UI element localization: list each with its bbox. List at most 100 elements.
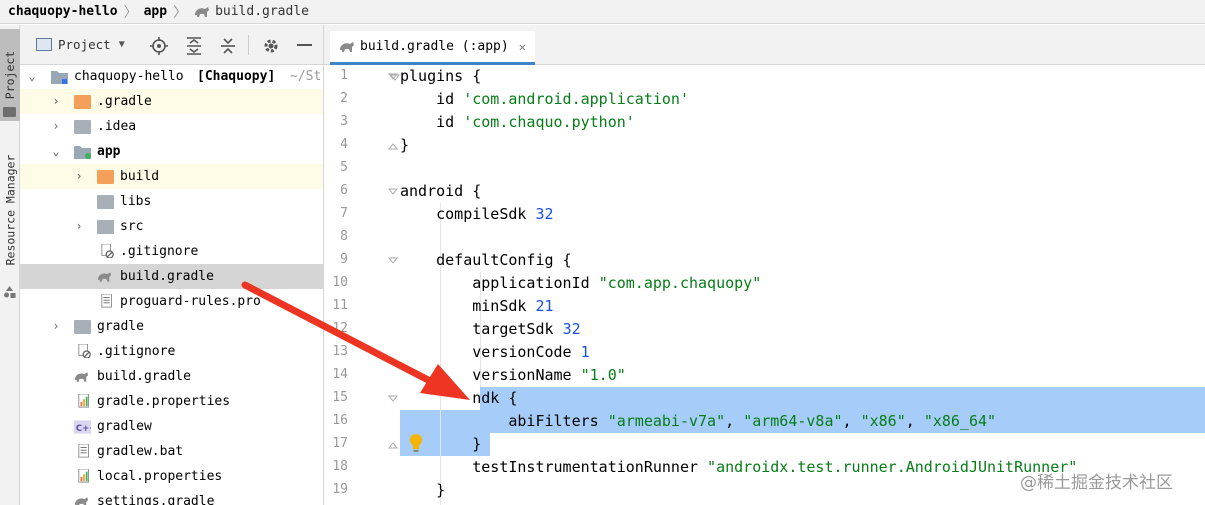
code-line-6: android {	[400, 182, 482, 200]
locate-icon[interactable]	[150, 37, 168, 55]
tree-item-label: local.properties	[97, 469, 223, 484]
code-editor[interactable]: plugins { id 'com.android.application' i…	[384, 65, 1205, 505]
line-number: 13	[332, 344, 348, 359]
tree-item-gradlew[interactable]: C++ gradlew	[20, 415, 323, 440]
tree-item-root[interactable]: ⌄ chaquopy-hello [Chaquopy] ~/St	[20, 65, 323, 90]
tree-item-gitignore-app[interactable]: .gitignore	[20, 240, 323, 265]
tree-item-label: .gitignore	[120, 244, 199, 259]
tree-item-gradlew-bat[interactable]: gradlew.bat	[20, 440, 323, 465]
project-tree: ⌄ chaquopy-hello [Chaquopy] ~/St › .grad…	[20, 65, 323, 505]
code-line-7: compileSdk 32	[400, 205, 554, 223]
tree-item-label: gradle	[97, 319, 144, 334]
breadcrumb-separator-icon: 〉	[173, 4, 188, 21]
code-line-16: abiFilters "armeabi-v7a", "arm64-v8a", "…	[400, 412, 997, 430]
tree-item-proguard[interactable]: proguard-rules.pro	[20, 290, 323, 315]
gear-icon[interactable]	[262, 37, 280, 55]
chevron-right-icon[interactable]: ›	[50, 119, 62, 133]
fold-icon[interactable]	[388, 440, 398, 450]
tree-item-local-properties[interactable]: local.properties	[20, 465, 323, 490]
tree-item-libs[interactable]: libs	[20, 190, 323, 215]
tab-resource-manager-label: Resource Manager	[3, 154, 17, 266]
fold-icon[interactable]	[388, 72, 398, 82]
tree-item-settings-gradle[interactable]: settings.gradle	[20, 490, 323, 505]
tree-item-build-gradle-app[interactable]: build.gradle	[20, 265, 323, 290]
breadcrumb-module[interactable]: app	[144, 4, 167, 19]
code-line-1: plugins {	[400, 67, 482, 85]
breadcrumb-file[interactable]: build.gradle	[215, 4, 309, 19]
project-view-selector[interactable]: Project ▼	[36, 37, 125, 52]
editor-tab-build-gradle[interactable]: build.gradle (:app) ✕	[330, 31, 535, 65]
folder-icon	[97, 195, 114, 209]
code-line-9: defaultConfig {	[400, 251, 572, 269]
tree-item-gitignore-root[interactable]: .gitignore	[20, 340, 323, 365]
text-file-icon	[78, 444, 89, 458]
gradle-elephant-icon	[74, 372, 89, 382]
code-line-15: ndk {	[400, 389, 518, 407]
tree-item-label: src	[120, 219, 144, 234]
code-line-12: targetSdk 32	[400, 320, 581, 338]
gradle-elephant-icon	[74, 497, 89, 505]
chevron-right-icon[interactable]: ›	[73, 219, 85, 233]
code-line-11: minSdk 21	[400, 297, 554, 315]
folder-icon	[74, 95, 91, 109]
breadcrumb: chaquopy-hello 〉 app 〉 build.gradle	[0, 0, 1205, 24]
tab-resource-manager[interactable]: Resource Manager	[0, 135, 20, 285]
fold-icon[interactable]	[388, 141, 398, 151]
tree-item-label: chaquopy-hello	[74, 69, 184, 84]
line-number: 16	[332, 413, 348, 428]
chevron-right-icon[interactable]: ›	[73, 169, 85, 183]
tree-item-build[interactable]: › build	[20, 165, 323, 190]
close-icon[interactable]: ✕	[519, 40, 526, 54]
expand-all-icon[interactable]	[185, 37, 203, 55]
gradle-elephant-icon	[195, 6, 210, 17]
breadcrumb-root[interactable]: chaquopy-hello	[8, 4, 118, 19]
tree-item-label: .idea	[97, 119, 137, 134]
line-number: 9	[340, 252, 348, 267]
folder-icon	[74, 120, 91, 134]
hide-panel-icon[interactable]	[297, 44, 312, 46]
fold-icon[interactable]	[388, 394, 398, 404]
chevron-right-icon[interactable]: ›	[50, 94, 62, 108]
collapse-all-icon[interactable]	[219, 37, 237, 55]
breadcrumb-separator-icon: 〉	[123, 4, 138, 21]
tree-item-label: build	[120, 169, 160, 184]
tree-item-dot-gradle[interactable]: › .gradle	[20, 90, 323, 115]
editor-tab-label: build.gradle (:app)	[360, 39, 509, 54]
line-number: 19	[332, 482, 348, 497]
line-number: 12	[332, 321, 348, 336]
tree-item-label: build.gradle	[120, 269, 214, 284]
code-line-2: id 'com.android.application'	[400, 90, 689, 108]
chevron-down-icon[interactable]: ⌄	[50, 144, 62, 158]
tool-window-strip: Project Resource Manager	[0, 25, 20, 505]
code-line-19: }	[400, 481, 446, 499]
tree-item-idea[interactable]: › .idea	[20, 115, 323, 140]
gradle-elephant-icon	[97, 272, 112, 282]
tree-item-src[interactable]: › src	[20, 215, 323, 240]
line-number: 5	[340, 160, 348, 175]
tree-item-build-gradle-root[interactable]: build.gradle	[20, 365, 323, 390]
line-number: 18	[332, 459, 348, 474]
folder-icon	[97, 170, 114, 184]
line-number: 8	[340, 229, 348, 244]
tree-item-app[interactable]: ⌄ app	[20, 140, 323, 165]
folder-icon	[3, 107, 16, 117]
shell-script-icon: C++	[74, 420, 91, 434]
project-toolbar: Project ▼	[20, 25, 323, 65]
tree-item-label: app	[97, 144, 121, 159]
tree-item-gradle-dir[interactable]: › gradle	[20, 315, 323, 340]
chevron-down-icon: ▼	[118, 39, 125, 50]
fold-icon[interactable]	[388, 187, 398, 197]
tree-item-suffix: [Chaquopy]	[197, 69, 276, 84]
tree-item-gradle-properties[interactable]: gradle.properties	[20, 390, 323, 415]
line-number: 3	[340, 114, 348, 129]
chevron-down-icon[interactable]: ⌄	[26, 69, 38, 83]
line-number: 1	[340, 68, 348, 83]
fold-icon[interactable]	[388, 256, 398, 266]
line-number: 6	[340, 183, 348, 198]
line-number: 17	[332, 436, 348, 451]
gradle-elephant-icon	[340, 41, 354, 52]
chevron-right-icon[interactable]: ›	[50, 319, 62, 333]
selection-line-15	[480, 387, 1205, 410]
tab-project-label: Project	[3, 50, 17, 100]
project-view-label: Project	[58, 37, 111, 52]
